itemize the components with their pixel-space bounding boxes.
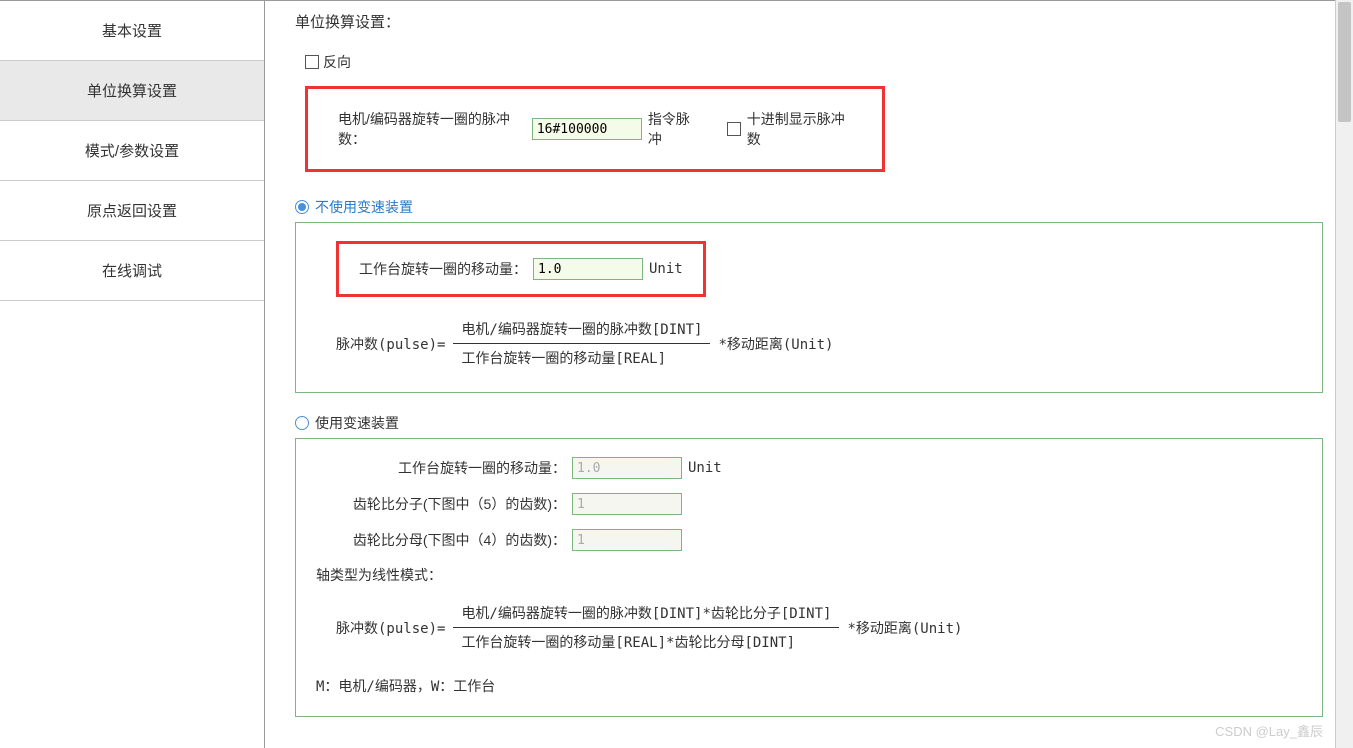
sidebar-item-label: 单位换算设置	[87, 80, 177, 101]
sidebar-item-mode-params[interactable]: 模式/参数设置	[0, 121, 264, 181]
sidebar-item-unit-conversion[interactable]: 单位换算设置	[0, 61, 264, 121]
pulses-per-rev-unit: 指令脉冲	[648, 109, 701, 149]
gear-numerator-label: 齿轮比分子(下图中（5）的齿数)：	[336, 494, 566, 514]
sidebar: 基本设置 单位换算设置 模式/参数设置 原点返回设置 在线调试	[0, 1, 265, 748]
pulses-per-rev-label: 电机/编码器旋转一圈的脉冲数：	[338, 109, 526, 149]
radio-use-gear[interactable]	[295, 416, 309, 430]
formula-left: 脉冲数(pulse)=	[336, 618, 445, 638]
sidebar-item-homing[interactable]: 原点返回设置	[0, 181, 264, 241]
use-gear-formula: 脉冲数(pulse)= 电机/编码器旋转一圈的脉冲数[DINT]*齿轮比分子[D…	[336, 599, 1302, 656]
gear-numerator-input	[572, 493, 682, 515]
formula-right: *移动距离(Unit)	[718, 334, 833, 354]
gear-move-per-rev-label: 工作台旋转一圈的移动量：	[336, 458, 566, 478]
sidebar-item-online-debug[interactable]: 在线调试	[0, 241, 264, 301]
sidebar-item-label: 基本设置	[102, 20, 162, 41]
no-gear-group: 工作台旋转一圈的移动量： Unit 脉冲数(pulse)= 电机/编码器旋转一圈…	[295, 222, 1323, 393]
sidebar-item-label: 在线调试	[102, 260, 162, 281]
radio-no-gear[interactable]	[295, 200, 309, 214]
move-per-rev-label: 工作台旋转一圈的移动量：	[359, 259, 527, 279]
gear-move-per-rev-input	[572, 457, 682, 479]
formula-denominator: 工作台旋转一圈的移动量[REAL]	[453, 344, 710, 372]
reverse-checkbox[interactable]	[305, 55, 319, 69]
gear-denominator-input	[572, 529, 682, 551]
pulses-per-rev-input[interactable]	[532, 118, 642, 140]
decimal-display-checkbox[interactable]	[727, 122, 740, 136]
content-pane: 单位换算设置： 反向 电机/编码器旋转一圈的脉冲数： 指令脉冲 十进制显示脉冲数…	[265, 1, 1353, 748]
gear-denominator-label: 齿轮比分母(下图中（4）的齿数)：	[336, 530, 566, 550]
formula-left: 脉冲数(pulse)=	[336, 334, 445, 354]
no-gear-formula: 脉冲数(pulse)= 电机/编码器旋转一圈的脉冲数[DINT] 工作台旋转一圈…	[336, 315, 1302, 372]
section-title: 单位换算设置：	[295, 11, 1323, 32]
pulses-per-rev-highlight: 电机/编码器旋转一圈的脉冲数： 指令脉冲 十进制显示脉冲数	[305, 86, 885, 172]
move-per-rev-input[interactable]	[533, 258, 643, 280]
use-gear-group: 工作台旋转一圈的移动量： Unit 齿轮比分子(下图中（5）的齿数)： 齿轮比分…	[295, 438, 1323, 717]
sidebar-item-label: 模式/参数设置	[85, 140, 179, 161]
move-per-rev-unit: Unit	[649, 261, 683, 277]
watermark: CSDN @Lay_鑫辰	[1215, 721, 1323, 740]
gear-move-per-rev-unit: Unit	[688, 460, 722, 476]
axis-mode-label: 轴类型为线性模式：	[316, 565, 1302, 585]
radio-no-gear-label: 不使用变速装置	[315, 197, 413, 217]
reverse-label: 反向	[323, 52, 351, 72]
sidebar-item-label: 原点返回设置	[87, 200, 177, 221]
formula-numerator: 电机/编码器旋转一圈的脉冲数[DINT]	[453, 315, 710, 344]
formula-right: *移动距离(Unit)	[847, 618, 962, 638]
sidebar-item-basic-settings[interactable]: 基本设置	[0, 1, 264, 61]
decimal-display-label: 十进制显示脉冲数	[747, 109, 852, 149]
legend-text: M：电机/编码器，W：工作台	[316, 676, 1302, 696]
radio-use-gear-label: 使用变速装置	[315, 413, 399, 433]
window-scrollbar[interactable]	[1335, 0, 1353, 748]
move-per-rev-highlight: 工作台旋转一圈的移动量： Unit	[336, 241, 706, 297]
formula-numerator: 电机/编码器旋转一圈的脉冲数[DINT]*齿轮比分子[DINT]	[453, 599, 839, 628]
formula-denominator: 工作台旋转一圈的移动量[REAL]*齿轮比分母[DINT]	[453, 628, 839, 656]
